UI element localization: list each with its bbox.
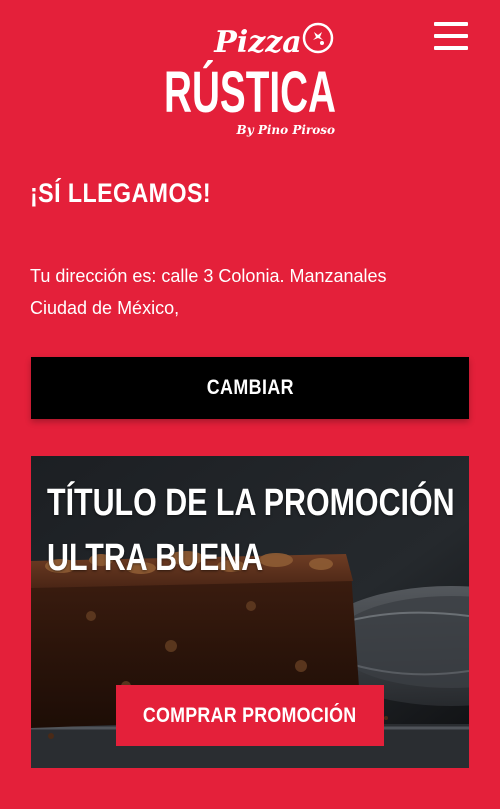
buy-promo-button[interactable]: COMPRAR PROMOCIÓN: [116, 685, 384, 746]
logo-pizza-text: Pizza: [213, 25, 301, 60]
change-address-label: CAMBIAR: [206, 376, 294, 399]
promo-title: TÍTULO DE LA PROMOCIÓN ULTRA BUENA: [47, 476, 463, 586]
address-line-2: Ciudad de México,: [30, 298, 180, 318]
logo-byline-text: By Pino Piroso: [236, 123, 335, 137]
promo-title-line-2: ULTRA BUENA: [47, 537, 264, 579]
delivery-address: Tu dirección es: calle 3 Colonia. Manzan…: [30, 260, 475, 324]
tomato-icon: [302, 22, 334, 54]
delivery-headline: ¡SÍ LLEGAMOS!: [30, 178, 212, 208]
logo-rustica-text: RÚSTICA: [164, 60, 336, 125]
brand-logo-graphic: Pizza RÚSTICA By Pino Piroso: [164, 22, 336, 137]
promo-title-line-1: TÍTULO DE LA PROMOCIÓN: [47, 482, 455, 524]
address-line-1: Tu dirección es: calle 3 Colonia. Manzan…: [30, 266, 387, 286]
brand-logo[interactable]: Pizza RÚSTICA By Pino Piroso: [0, 20, 500, 145]
buy-promo-label: COMPRAR PROMOCIÓN: [143, 703, 357, 727]
page: Pizza RÚSTICA By Pino Piroso ¡SÍ LLEGAMO…: [0, 0, 500, 809]
change-address-button[interactable]: CAMBIAR: [31, 357, 469, 419]
promo-card[interactable]: TÍTULO DE LA PROMOCIÓN ULTRA BUENA COMPR…: [31, 456, 469, 768]
